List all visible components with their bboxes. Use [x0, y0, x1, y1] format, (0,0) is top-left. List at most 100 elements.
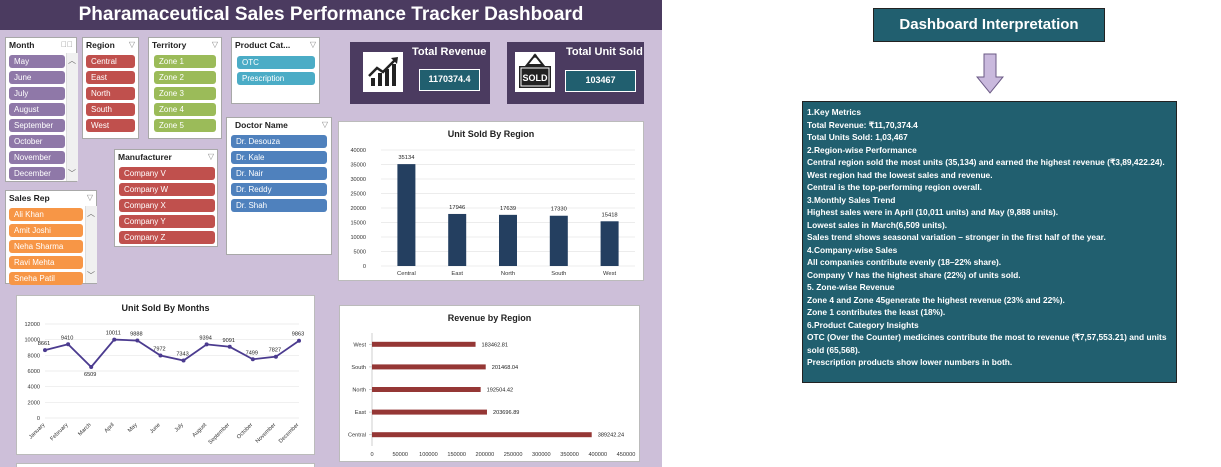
revenue-by-region-plot: 0 50000 100000 150000 200000 250000 300000 3500… — [348, 333, 635, 458]
interpretation-line: All companies contribute evenly (18–22% … — [807, 257, 1002, 267]
x-tick-label: December — [278, 422, 301, 445]
slicer-item-region[interactable]: West — [86, 119, 135, 132]
total-revenue-value: 1170374.4 — [419, 69, 480, 91]
sales-rep-slicer-header: Sales Rep — [9, 193, 50, 203]
doctor-slicer: Doctor Name ▽ Dr. Desouza Dr. Kale Dr. Nai… — [226, 117, 332, 255]
interpretation-line: 6.Product Category Insights — [807, 319, 919, 330]
slicer-item-product[interactable]: Prescription — [237, 72, 315, 85]
slicer-item-month[interactable]: June — [9, 71, 65, 84]
interpretation-heading: Dashboard Interpretation — [873, 8, 1105, 42]
interpretation-line: Zone 1 contributes the least (18%). — [807, 307, 946, 317]
y-tick-label: 25000 — [350, 192, 366, 198]
slicer-item-month[interactable]: July — [9, 87, 65, 100]
interpretation-line: Total Revenue: ₹11,70,374.4 — [807, 119, 918, 130]
data-point — [227, 344, 232, 349]
data-label: 35134 — [398, 155, 415, 161]
data-point — [250, 357, 255, 362]
x-tick-label: 150000 — [447, 452, 466, 458]
y-tick-label: 4000 — [28, 385, 40, 391]
data-label: 17639 — [500, 206, 516, 212]
slicer-item-sales-rep[interactable]: Neha Sharma — [9, 240, 83, 253]
slicer-item-region[interactable]: South — [86, 103, 135, 116]
x-tick-label: February — [49, 422, 69, 442]
slicer-item-doctor[interactable]: Dr. Desouza — [231, 135, 327, 148]
slicer-item-region[interactable]: North — [86, 87, 135, 100]
slicer-item-region[interactable]: East — [86, 71, 135, 84]
x-tick-label: 350000 — [560, 452, 579, 458]
slicer-item-manufacturer[interactable]: Company X — [119, 199, 215, 212]
slicer-item-month[interactable]: December — [9, 167, 65, 180]
dashboard-panel: Pharamaceutical Sales Performance Tracke… — [0, 0, 662, 467]
product-slicer-header: Product Cat... — [235, 40, 291, 50]
sales-rep-scrollbar[interactable]: ︿ ﹀ — [85, 206, 97, 283]
filter-icon[interactable]: ▽ — [129, 40, 135, 49]
filter-icon[interactable]: ▽ — [322, 120, 328, 129]
data-label: 203696.89 — [493, 410, 519, 416]
y-tick-label: 35000 — [350, 163, 366, 169]
bar — [499, 214, 517, 266]
scroll-up-icon[interactable]: ︿ — [67, 55, 77, 66]
data-label: 17946 — [449, 205, 465, 211]
data-label: 9394 — [199, 335, 211, 341]
filter-icon[interactable]: ▽ — [212, 40, 218, 49]
bar — [372, 409, 487, 415]
interpretation-line: 3.Monthly Sales Trend — [807, 194, 896, 205]
doctor-slicer-header: Doctor Name — [235, 120, 288, 130]
slicer-item-month[interactable]: September — [9, 119, 65, 132]
y-tick-label: South — [351, 365, 366, 371]
slicer-item-product[interactable]: OTC — [237, 56, 315, 69]
y-tick-label: 12000 — [24, 322, 40, 328]
total-units-value: 103467 — [565, 70, 636, 92]
slicer-item-manufacturer[interactable]: Company V — [119, 167, 215, 180]
filter-icon[interactable]: ▽ — [87, 193, 93, 202]
data-label: 183462.81 — [482, 342, 508, 348]
bar — [549, 215, 568, 266]
x-tick-label: 0 — [370, 452, 373, 458]
slicer-item-sales-rep[interactable]: Ravi Mehta — [9, 256, 83, 269]
slicer-item-territory[interactable]: Zone 5 — [154, 119, 216, 132]
slicer-item-manufacturer[interactable]: Company Y — [119, 215, 215, 228]
filter-icon[interactable]: ▽ — [208, 152, 214, 161]
scroll-up-icon[interactable]: ︿ — [86, 208, 96, 219]
bar — [372, 432, 592, 438]
slicer-item-doctor[interactable]: Dr. Shah — [231, 199, 327, 212]
month-scrollbar[interactable]: ︿ ﹀ — [66, 53, 78, 181]
slicer-item-territory[interactable]: Zone 2 — [154, 71, 216, 84]
hidden-chart-edge — [16, 463, 315, 467]
y-tick-label: 0 — [363, 264, 366, 270]
data-label: 201468.04 — [492, 365, 518, 371]
data-point — [273, 354, 278, 359]
slicer-item-territory[interactable]: Zone 3 — [154, 87, 216, 100]
x-tick-label: South — [551, 271, 566, 277]
slicer-item-region[interactable]: Central — [86, 55, 135, 68]
scroll-down-icon[interactable]: ﹀ — [86, 270, 96, 281]
month-slicer: Month ▽⃫ ︿ ﹀ May June July August September O… — [5, 37, 78, 182]
filter-icon[interactable]: ▽⃫ — [61, 40, 73, 49]
data-point — [181, 358, 186, 363]
slicer-item-month[interactable]: August — [9, 103, 65, 116]
slicer-item-doctor[interactable]: Dr. Reddy — [231, 183, 327, 196]
slicer-item-manufacturer[interactable]: Company W — [119, 183, 215, 196]
slicer-item-territory[interactable]: Zone 1 — [154, 55, 216, 68]
sold-sign-icon: SOLD — [515, 52, 555, 92]
slicer-item-doctor[interactable]: Dr. Kale — [231, 151, 327, 164]
slicer-item-sales-rep[interactable]: Amit Joshi — [9, 224, 83, 237]
y-tick-label: 8000 — [28, 353, 40, 359]
scroll-down-icon[interactable]: ﹀ — [67, 168, 77, 179]
data-label: 7499 — [246, 350, 258, 356]
revenue-by-region-chart: Revenue by Region 0 50000 100000 150000 2000… — [339, 305, 640, 462]
slicer-item-sales-rep[interactable]: Sneha Patil — [9, 272, 83, 285]
x-tick-label: April — [104, 422, 116, 434]
slicer-item-month[interactable]: October — [9, 135, 65, 148]
x-tick-label: 300000 — [532, 452, 551, 458]
slicer-item-month[interactable]: May — [9, 55, 65, 68]
slicer-item-month[interactable]: November — [9, 151, 65, 164]
slicer-item-doctor[interactable]: Dr. Nair — [231, 167, 327, 180]
filter-icon[interactable]: ▽ — [310, 40, 316, 49]
slicer-item-sales-rep[interactable]: Ali Khan — [9, 208, 83, 221]
data-point — [158, 353, 163, 358]
slicer-item-territory[interactable]: Zone 4 — [154, 103, 216, 116]
y-tick-label: 10000 — [350, 235, 366, 241]
slicer-item-manufacturer[interactable]: Company Z — [119, 231, 215, 244]
interpretation-line: Company V has the highest share (22%) of… — [807, 269, 1021, 280]
